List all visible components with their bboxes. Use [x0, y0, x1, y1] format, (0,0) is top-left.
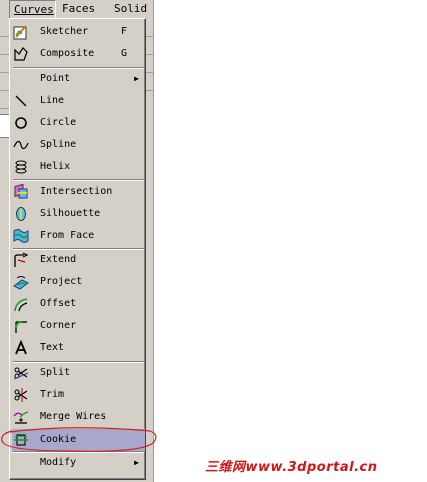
menu-bar: Curves Faces Solid [0, 0, 153, 19]
menu-curves-label: Curves [14, 3, 54, 16]
annotation-ellipse [1, 427, 157, 452]
menu-item-label: Project [40, 276, 83, 287]
menu-item-label: Offset [40, 298, 77, 309]
submenu-arrow-icon: ▶ [134, 74, 139, 83]
menu-item-from-face[interactable]: From Face [12, 225, 145, 247]
helix-icon [15, 160, 27, 174]
merge-wires-icon [13, 411, 29, 424]
menu-item-text[interactable]: Text [12, 337, 145, 359]
menu-item-label: Helix [40, 161, 71, 172]
menu-item-spline[interactable]: Spline [12, 134, 145, 156]
project-icon [13, 276, 29, 290]
menu-item-label: Point [40, 73, 71, 84]
menu-item-label: Corner [40, 320, 77, 331]
text-icon [15, 340, 27, 355]
menu-item-corner[interactable]: Corner [12, 315, 145, 337]
menu-solid-label: Solid [114, 2, 148, 15]
left-toolbar-strip [0, 18, 9, 482]
watermark-text: 三维网www.3dportal.cn [205, 460, 378, 475]
menu-item-circle[interactable]: Circle [12, 112, 145, 134]
sketcher-icon [13, 25, 27, 40]
from-face-icon [13, 229, 29, 243]
menu-item-label: Trim [40, 389, 65, 400]
menu-item-offset[interactable]: Offset [12, 293, 145, 315]
menu-item-label: Extend [40, 254, 77, 265]
menu-item-label: Line [40, 95, 65, 106]
menu-faces[interactable]: Faces [62, 0, 95, 18]
accelerator-key: F [120, 26, 127, 37]
menu-item-label: Text [40, 342, 65, 353]
menu-solid[interactable]: Solid [114, 0, 147, 18]
menu-faces-label: Faces [62, 2, 96, 15]
menu-item-label: Intersection [40, 186, 113, 197]
menu-item-trim[interactable]: Trim [12, 384, 145, 406]
menu-item-label: Circle [40, 117, 77, 128]
extend-icon [14, 252, 29, 267]
accelerator-key: G [120, 48, 127, 59]
menu-item-sketcher[interactable]: Sketcher F [12, 21, 145, 43]
spline-icon [13, 140, 29, 150]
circle-icon [15, 117, 27, 129]
menu-item-line[interactable]: Line [12, 90, 145, 112]
menu-item-label: From Face [40, 230, 95, 241]
menu-item-label: Spline [40, 139, 77, 150]
composite-icon [14, 47, 28, 61]
split-icon [13, 367, 29, 380]
intersection-icon [14, 184, 28, 199]
trim-icon [14, 388, 28, 402]
menu-item-label: Split [40, 367, 71, 378]
menu-item-label: Silhouette [40, 208, 101, 219]
corner-icon [15, 321, 27, 333]
menu-item-composite[interactable]: Composite G [12, 43, 145, 65]
menu-item-project[interactable]: Project [12, 271, 145, 293]
curves-dropdown-menu: Sketcher F Composite G Point ▶ Line Circ… [9, 18, 146, 480]
menu-item-helix[interactable]: Helix [12, 156, 145, 178]
menu-item-split[interactable]: Split [12, 362, 145, 384]
menu-curves[interactable]: Curves [9, 0, 56, 19]
menu-item-label: Sketcher [40, 26, 89, 37]
right-toolbar-strip [146, 18, 153, 482]
menu-item-silhouette[interactable]: Silhouette [12, 203, 145, 225]
menu-item-intersection[interactable]: Intersection [12, 181, 145, 203]
menu-item-label: Composite [40, 48, 95, 59]
tree-panel [0, 114, 9, 138]
silhouette-icon [16, 207, 26, 221]
menu-item-extend[interactable]: Extend [12, 249, 145, 271]
offset-icon [14, 298, 28, 312]
menu-item-point[interactable]: Point ▶ [12, 68, 145, 90]
line-icon [15, 95, 27, 107]
